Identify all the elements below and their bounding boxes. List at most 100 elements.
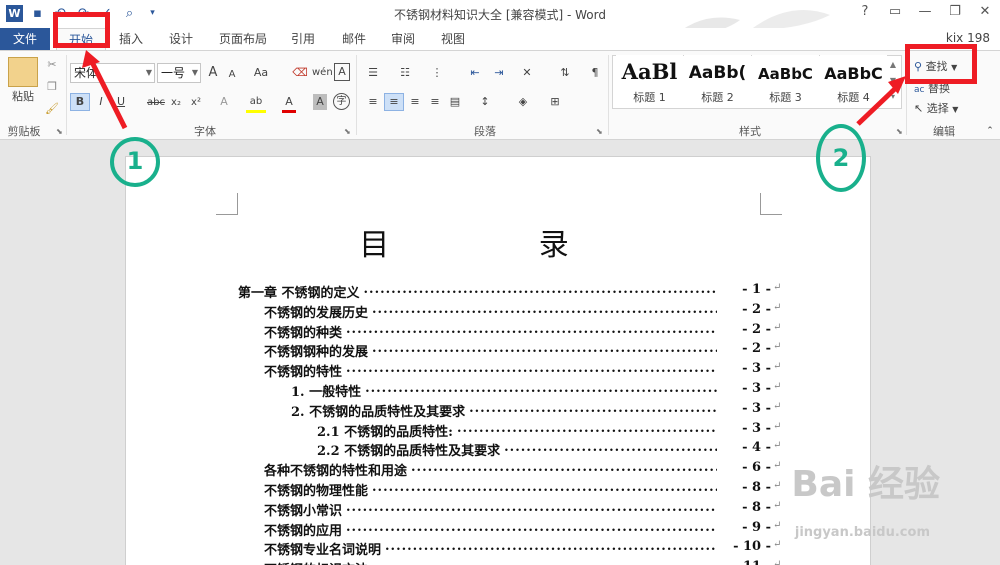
toc-entry-text: 不锈钢钢种的发展 (264, 345, 369, 361)
tab-file[interactable]: 文件 (0, 28, 50, 50)
style-heading-3[interactable]: AaBbC 标题 3 (752, 55, 819, 105)
styles-launcher-icon[interactable]: ⬊ (896, 127, 903, 136)
character-border-button[interactable]: A (334, 63, 350, 81)
superscript-button[interactable]: x² (188, 95, 204, 111)
toc-entry[interactable]: 不锈钢小常识 - 8 - ↵............................… (126, 500, 872, 519)
select-label: 选择 (926, 102, 949, 115)
toc-entry[interactable]: 不锈钢的物理性能 - 8 - ↵..........................… (126, 480, 872, 499)
text-effects-button[interactable]: A (216, 94, 232, 110)
toc-entry[interactable]: 不锈钢的发展历史 - 2 - ↵..........................… (126, 302, 872, 321)
tab-insert[interactable]: 插入 (110, 28, 152, 50)
borders-icon[interactable]: ⊞ (546, 94, 564, 110)
select-button[interactable]: ↖ 选择 ▼ (914, 101, 976, 118)
ribbon-display-icon[interactable]: ▭ (880, 0, 910, 24)
copy-icon[interactable]: ❐ (44, 79, 60, 95)
increase-indent-icon[interactable]: ⇥ (490, 65, 508, 81)
underline-button[interactable]: U (114, 94, 128, 110)
baidu-watermark: Bai 经验 (791, 464, 940, 505)
bullets-icon[interactable]: ☰ (364, 65, 382, 81)
toc-entry-page: - 4 - (742, 440, 771, 456)
shrink-font-button[interactable]: A (225, 67, 239, 83)
cut-icon[interactable]: ✂ (44, 57, 60, 73)
toc-entry-page: - 3 - (742, 420, 771, 436)
paragraph-mark-icon: ↵ (773, 460, 782, 472)
highlight-button[interactable]: ab (246, 94, 266, 113)
toc-entry[interactable]: 不锈钢的应用 - 9 - ↵............................… (126, 520, 872, 539)
subscript-button[interactable]: x₂ (168, 95, 184, 111)
decrease-indent-icon[interactable]: ⇤ (466, 65, 484, 81)
toc-entry-text: 2.1 不锈钢的品质特性: (317, 424, 453, 440)
toc-entry-page: - 10 - (733, 539, 771, 555)
toc-entry-page: - 11 - (721, 559, 771, 565)
font-name-combo[interactable]: 宋体 ▼ (70, 63, 155, 83)
cursor-icon: ↖ (914, 102, 924, 115)
bold-button[interactable]: B (70, 93, 90, 111)
italic-button[interactable]: I (94, 94, 108, 110)
collapse-ribbon-icon[interactable]: ⌃ (984, 123, 996, 139)
paragraph-launcher-icon[interactable]: ⬊ (596, 127, 603, 136)
multilevel-list-icon[interactable]: ⋮ (428, 65, 446, 81)
tab-references[interactable]: 引用 (282, 28, 324, 50)
clear-format-icon[interactable]: ⌫ (292, 65, 308, 81)
toc-entry[interactable]: 1. 一般特性 - 3 - ↵...........................… (126, 381, 872, 400)
format-painter-icon[interactable]: 🖌 (44, 101, 60, 117)
paste-button[interactable]: 粘贴 (6, 89, 40, 105)
align-center-icon[interactable]: ≡ (384, 93, 404, 111)
enclose-character-button[interactable]: 字 (333, 93, 350, 110)
font-color-button[interactable]: A (282, 94, 296, 113)
paste-icon[interactable] (8, 57, 38, 87)
distributed-icon[interactable]: ▤ (446, 94, 464, 110)
numbering-icon[interactable]: ☷ (396, 65, 414, 81)
toc-leader-dots: ........................................… (346, 361, 717, 377)
toc-entry[interactable]: 2.1 不锈钢的品质特性: - 3 - ↵.....................… (126, 421, 872, 440)
tab-mailings[interactable]: 邮件 (333, 28, 375, 50)
toc-entry[interactable]: 不锈钢的标识方法 - 11 -↵.........................… (126, 559, 872, 565)
tab-page-layout[interactable]: 页面布局 (212, 28, 274, 50)
tab-view[interactable]: 视图 (432, 28, 474, 50)
align-left-icon[interactable]: ≡ (364, 94, 382, 110)
justify-icon[interactable]: ≡ (426, 94, 444, 110)
restore-button[interactable]: ❐ (940, 0, 970, 24)
minimize-button[interactable]: — (910, 0, 940, 24)
grow-font-button[interactable]: A (205, 65, 221, 81)
toc-leader-dots: ........................................… (385, 539, 717, 555)
help-button[interactable]: ? (850, 0, 880, 24)
style-heading-2[interactable]: AaBb( 标题 2 (684, 55, 751, 105)
account-name[interactable]: kix 198 (946, 31, 990, 45)
show-marks-icon[interactable]: ¶ (586, 65, 604, 81)
toc-entry[interactable]: 2. 不锈钢的品质特性及其要求 - 3 - ↵...................… (126, 401, 872, 420)
clipboard-launcher-icon[interactable]: ⬊ (56, 127, 63, 136)
toc-leader-dots: ........................................… (346, 519, 717, 535)
toc-entry-text: 不锈钢的特性 (264, 365, 343, 381)
toc-entry[interactable]: 不锈钢专业名词说明 - 10 - ↵........................… (126, 539, 872, 558)
style-heading-1[interactable]: AaBl 标题 1 (616, 55, 683, 105)
highlight-home-tab (53, 12, 110, 48)
change-case-button[interactable]: Aa (250, 65, 272, 81)
asian-layout-icon[interactable]: ✕ (518, 65, 536, 81)
toc-entry[interactable]: 第一章 不锈钢的定义 - 1 - ↵........................… (126, 282, 872, 301)
phonetic-guide-button[interactable]: wén (312, 65, 333, 81)
shading-icon[interactable]: ◈ (514, 94, 532, 110)
close-button[interactable]: ✕ (970, 0, 1000, 24)
gallery-scroll-up-icon[interactable]: ▲ (886, 57, 900, 73)
toc-entry[interactable]: 不锈钢的特性 - 3 - ↵............................… (126, 361, 872, 380)
toc-entry[interactable]: 不锈钢钢种的发展 - 2 - ↵..........................… (126, 341, 872, 360)
toc-entry[interactable]: 不锈钢的种类 - 2 - ↵............................… (126, 322, 872, 341)
document-page[interactable]: 目 录 第一章 不锈钢的定义 - 1 - ↵....................… (125, 156, 871, 565)
line-spacing-icon[interactable]: ↕ (476, 94, 494, 110)
sort-icon[interactable]: ⇅ (556, 65, 574, 81)
character-shading-button[interactable]: A (313, 94, 327, 110)
font-size-combo[interactable]: 一号 ▼ (157, 63, 201, 83)
font-launcher-icon[interactable]: ⬊ (344, 127, 351, 136)
tab-review[interactable]: 审阅 (382, 28, 424, 50)
tab-design[interactable]: 设计 (160, 28, 202, 50)
clipboard-group-label: 剪贴板 (7, 125, 41, 138)
style-heading-4[interactable]: AaBbC 标题 4 (820, 55, 887, 105)
toc-entry-page: - 2 - (742, 341, 771, 357)
toc-entry[interactable]: 2.2 不锈钢的品质特性及其要求 - 4 - ↵..................… (126, 440, 872, 459)
strikethrough-button[interactable]: abc (146, 95, 166, 111)
toc-entry[interactable]: 各种不锈钢的特性和用途 - 6 - ↵.......................… (126, 460, 872, 479)
align-right-icon[interactable]: ≡ (406, 94, 424, 110)
gallery-more-icon[interactable]: ▾ (886, 89, 900, 105)
gallery-scroll-down-icon[interactable]: ▼ (886, 73, 900, 89)
